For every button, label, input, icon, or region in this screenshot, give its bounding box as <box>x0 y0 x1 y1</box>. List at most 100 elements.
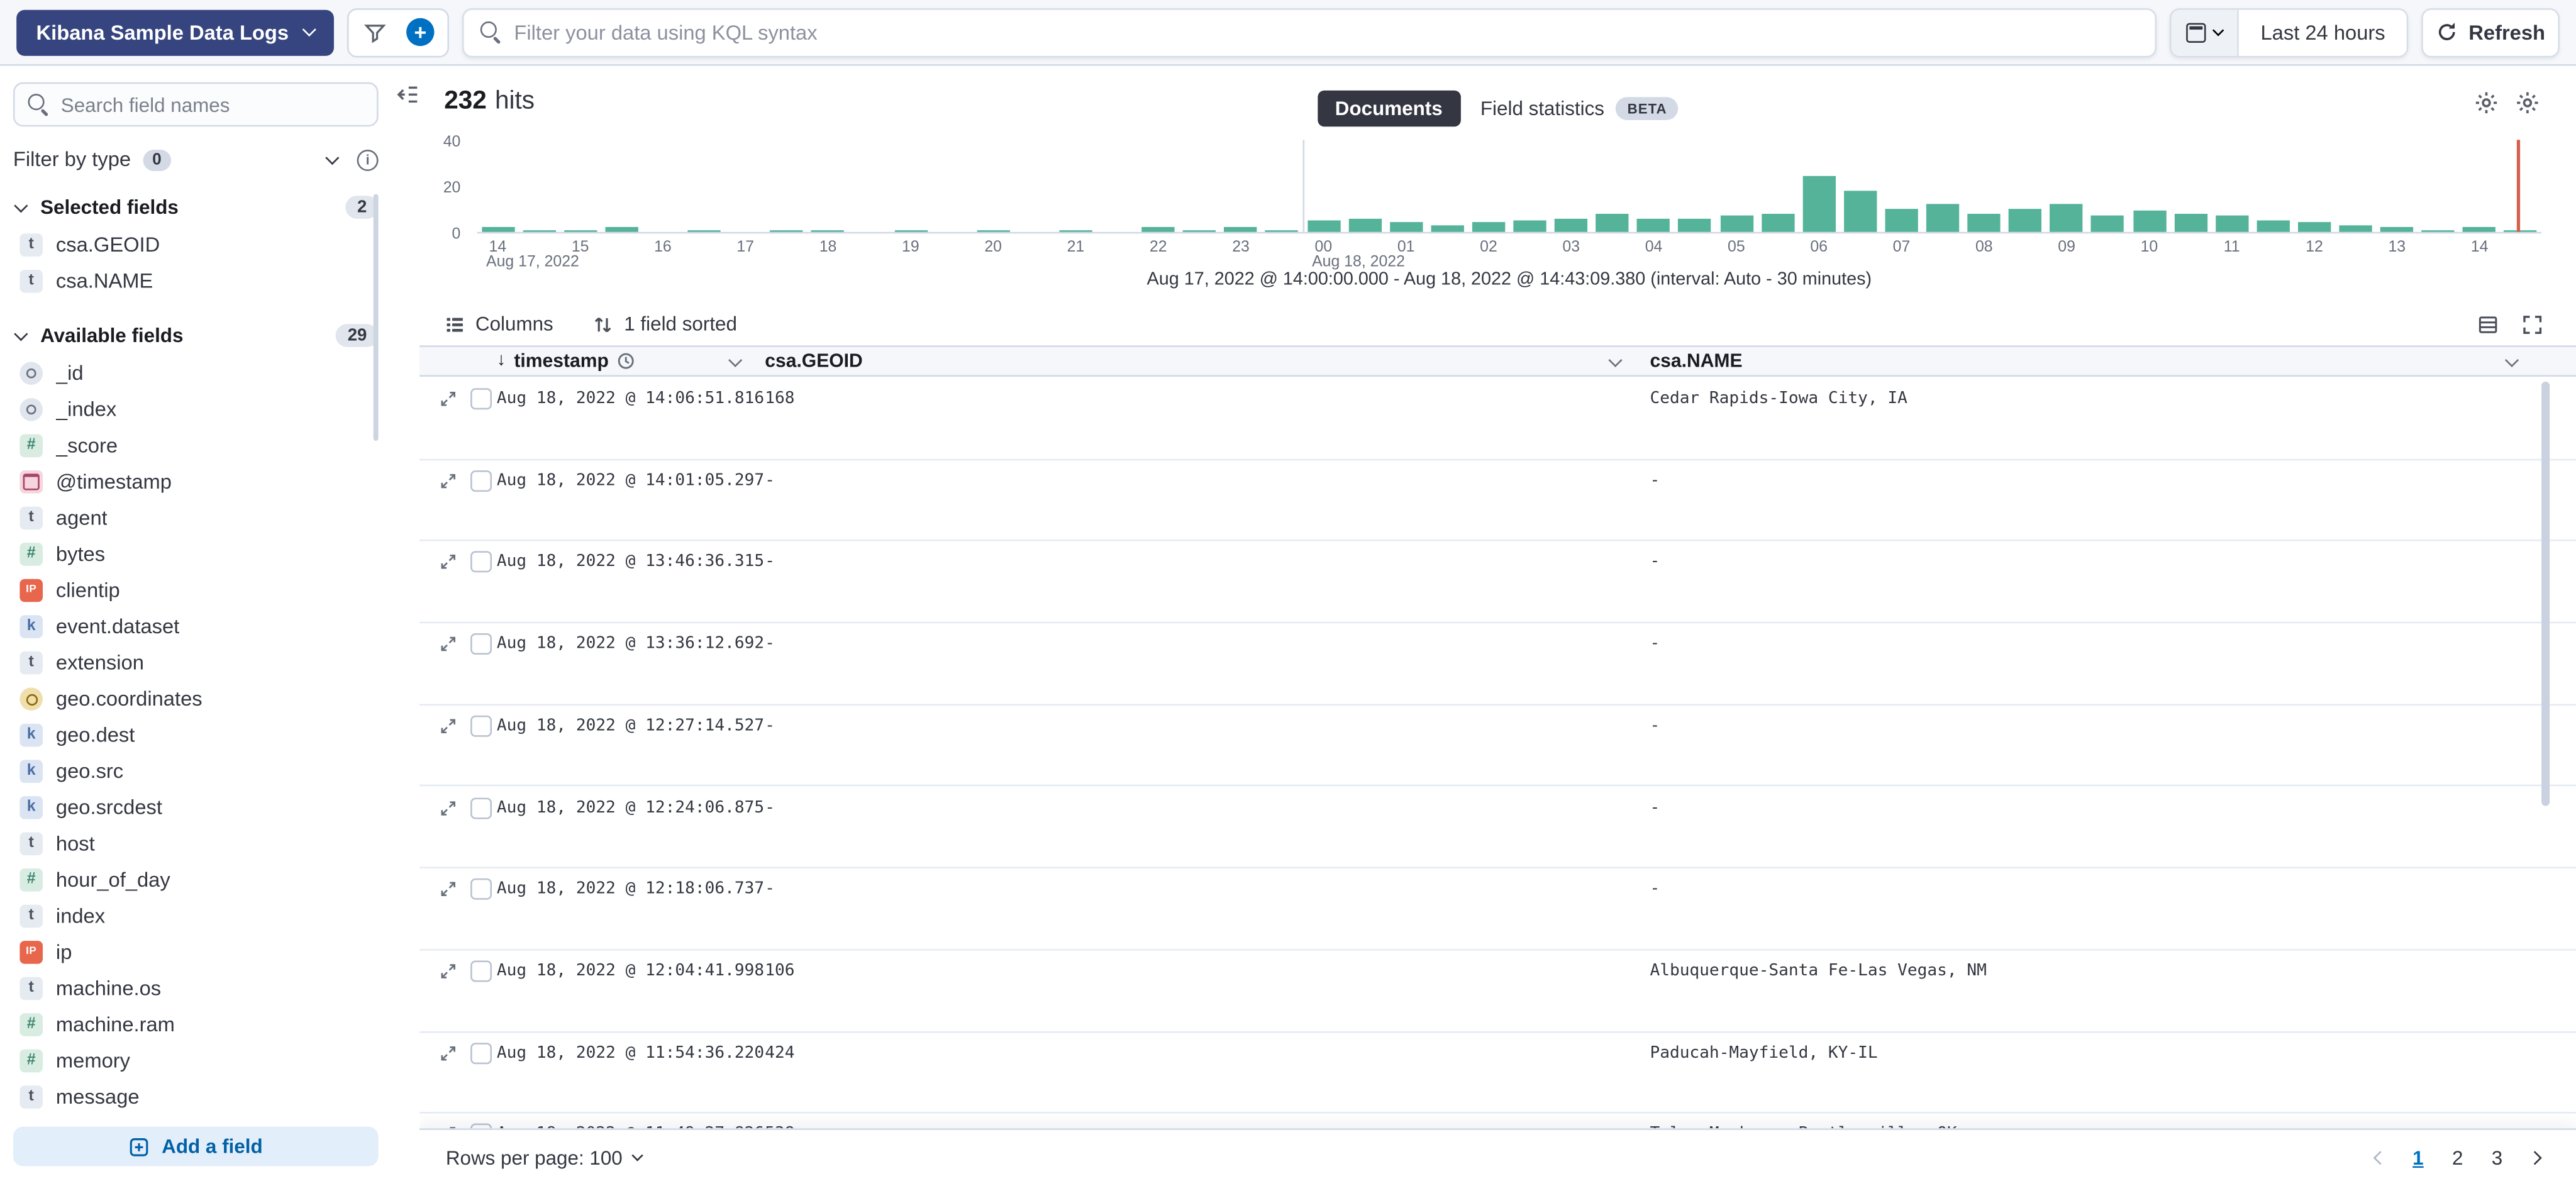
column-header-csa-name[interactable]: csa.NAME <box>1637 347 2534 375</box>
histogram-bar[interactable] <box>2422 230 2455 232</box>
histogram-bar[interactable] <box>605 227 638 231</box>
data-view-picker-button[interactable]: Kibana Sample Data Logs <box>16 9 333 55</box>
histogram-bar[interactable] <box>2174 214 2207 232</box>
histogram-bar[interactable] <box>1183 230 1216 232</box>
expand-document-button[interactable] <box>439 470 460 491</box>
chevron-down-icon[interactable] <box>1608 352 1622 366</box>
histogram-bar[interactable] <box>481 227 514 231</box>
histogram-bar[interactable] <box>2257 220 2290 231</box>
field-list-item-memory[interactable]: #memory <box>13 1043 372 1079</box>
tab-documents[interactable]: Documents <box>1317 91 1460 127</box>
page-button-3[interactable]: 3 <box>2484 1143 2511 1173</box>
tab-field-statistics[interactable]: Field statistics BETA <box>1480 91 1679 127</box>
histogram-bar[interactable] <box>894 230 928 232</box>
histogram-bar[interactable] <box>1720 216 1753 232</box>
histogram-bar[interactable] <box>1059 230 1092 232</box>
field-list-item-id[interactable]: _id <box>13 355 372 392</box>
row-checkbox[interactable] <box>470 1042 492 1063</box>
histogram-bar[interactable] <box>1637 218 1670 232</box>
row-checkbox[interactable] <box>470 715 492 736</box>
row-checkbox[interactable] <box>470 470 492 491</box>
histogram-bar[interactable] <box>2504 230 2538 232</box>
filter-menu-button[interactable] <box>353 13 396 52</box>
histogram-bar[interactable] <box>687 230 721 232</box>
row-checkbox[interactable] <box>470 797 492 818</box>
refresh-button[interactable]: Refresh <box>2421 8 2560 57</box>
field-list-item-index[interactable]: tindex <box>13 898 372 934</box>
histogram-bar[interactable] <box>1389 223 1423 232</box>
add-filter-button[interactable]: + <box>399 13 441 52</box>
expand-document-button[interactable] <box>439 1124 460 1128</box>
field-search-input[interactable] <box>61 93 364 116</box>
expand-document-button[interactable] <box>439 960 460 982</box>
available-fields-header[interactable]: Available fields 29 <box>13 324 379 347</box>
histogram-bar[interactable] <box>2133 211 2166 232</box>
field-list-item-csa-name[interactable]: tcsa.NAME <box>13 263 372 299</box>
next-page-button[interactable] <box>2520 1143 2550 1173</box>
field-list-item-index[interactable]: _index <box>13 392 372 428</box>
expand-document-button[interactable] <box>439 633 460 655</box>
histogram-bar[interactable] <box>1513 220 1546 231</box>
histogram-bar[interactable] <box>2380 227 2414 231</box>
expand-document-button[interactable] <box>439 878 460 900</box>
field-list-item-bytes[interactable]: #bytes <box>13 536 372 573</box>
previous-page-button[interactable] <box>2365 1143 2395 1173</box>
chevron-down-icon[interactable] <box>2505 352 2519 366</box>
histogram-bar[interactable] <box>1307 220 1340 231</box>
field-list-item-ip[interactable]: IPip <box>13 934 372 971</box>
row-checkbox[interactable] <box>470 878 492 900</box>
field-list-item-extension[interactable]: textension <box>13 645 372 681</box>
field-list-item-score[interactable]: #_score <box>13 428 372 464</box>
field-list-item-geo-coordinates[interactable]: geo.coordinates <box>13 681 372 718</box>
grid-settings-button[interactable] <box>2515 91 2540 115</box>
kql-query-input[interactable] <box>514 21 2139 44</box>
histogram-bar[interactable] <box>770 230 804 232</box>
expand-document-button[interactable] <box>439 1042 460 1063</box>
chevron-down-icon[interactable] <box>728 352 742 366</box>
field-list-item-clientip[interactable]: IPclientip <box>13 572 372 609</box>
histogram-bar[interactable] <box>1472 223 1506 232</box>
rows-per-page-button[interactable]: Rows per page: 100 <box>446 1146 642 1170</box>
time-range-button[interactable]: Last 24 hours <box>2239 9 2406 55</box>
filter-by-type-button[interactable]: Filter by type 0 <box>13 148 337 171</box>
row-checkbox[interactable] <box>470 551 492 573</box>
expand-document-button[interactable] <box>439 388 460 409</box>
row-checkbox[interactable] <box>470 388 492 409</box>
field-list-item-event-dataset[interactable]: kevent.dataset <box>13 609 372 645</box>
field-list-item-geo-dest[interactable]: kgeo.dest <box>13 717 372 753</box>
histogram-bar[interactable] <box>1265 230 1299 232</box>
histogram-bar[interactable] <box>1802 177 1836 232</box>
column-header-csa-geoid[interactable]: csa.GEOID <box>753 347 1637 375</box>
field-list-item-message[interactable]: tmessage <box>13 1079 372 1116</box>
histogram-bar[interactable] <box>1679 218 1712 232</box>
column-header-timestamp[interactable]: ↓ timestamp <box>497 347 757 375</box>
histogram-bar[interactable] <box>1761 214 1794 232</box>
histogram-bar[interactable] <box>2050 204 2084 232</box>
row-checkbox[interactable] <box>470 1124 492 1128</box>
field-list-item-hour-of-day[interactable]: #hour_of_day <box>13 862 372 899</box>
histogram-bar[interactable] <box>2298 223 2331 232</box>
display-options-button[interactable] <box>2477 313 2499 335</box>
page-button-1[interactable]: 1 <box>2405 1143 2431 1173</box>
histogram-bar[interactable] <box>1926 204 1960 232</box>
histogram-bar[interactable] <box>1885 209 1918 232</box>
histogram-bar[interactable] <box>1844 191 1877 232</box>
expand-document-button[interactable] <box>439 797 460 818</box>
field-list-item-agent[interactable]: tagent <box>13 500 372 536</box>
histogram-bar[interactable] <box>2009 209 2042 232</box>
histogram-bar[interactable] <box>564 230 597 232</box>
histogram-bar[interactable] <box>523 230 556 232</box>
row-checkbox[interactable] <box>470 633 492 655</box>
expand-document-button[interactable] <box>439 715 460 736</box>
histogram-bar[interactable] <box>1348 218 1382 232</box>
histogram-bar[interactable] <box>811 230 845 232</box>
page-button-2[interactable]: 2 <box>2445 1143 2471 1173</box>
selected-fields-header[interactable]: Selected fields 2 <box>13 196 379 219</box>
field-list-item-machine-ram[interactable]: #machine.ram <box>13 1007 372 1043</box>
field-list-item-machine-os[interactable]: tmachine.os <box>13 970 372 1007</box>
histogram-bar[interactable] <box>1431 225 1464 232</box>
field-list-item-geo-srcdest[interactable]: kgeo.srcdest <box>13 789 372 826</box>
field-list-item-host[interactable]: thost <box>13 826 372 862</box>
histogram-bar[interactable] <box>977 230 1010 232</box>
histogram-bar[interactable] <box>1224 227 1258 231</box>
